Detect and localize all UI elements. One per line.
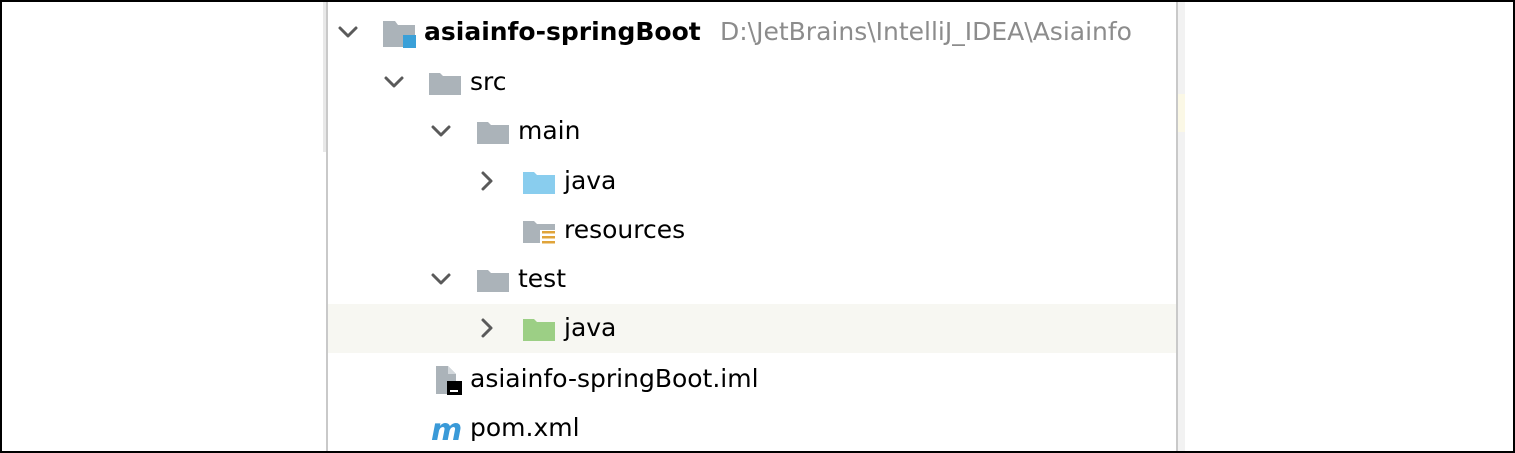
- tree-row-main-java[interactable]: java: [328, 157, 1176, 206]
- source-root-folder-icon: [523, 172, 555, 194]
- tree-item-label: java: [564, 313, 617, 342]
- root-module-label: asiainfo-springBoot: [424, 17, 701, 46]
- folder-icon: [477, 122, 509, 144]
- tree-row-root[interactable]: asiainfo-springBoot D:\JetBrains\Intelli…: [328, 8, 1176, 57]
- tree-item-label: test: [518, 264, 567, 293]
- tree-item-label: main: [518, 116, 581, 145]
- folder-icon: [477, 270, 509, 292]
- chevron-right-icon[interactable]: [475, 169, 499, 193]
- chevron-down-icon[interactable]: [429, 267, 453, 291]
- tree-row-main[interactable]: main: [328, 107, 1176, 156]
- folder-icon: [429, 73, 461, 95]
- chevron-down-icon[interactable]: [429, 119, 453, 143]
- root-module-path: D:\JetBrains\IntelliJ_IDEA\Asiainfo: [720, 17, 1132, 46]
- svg-text:m: m: [431, 414, 462, 444]
- tree-item-label: pom.xml: [470, 413, 580, 442]
- module-folder-icon: [383, 21, 416, 48]
- tree-item-label: asiainfo-springBoot.iml: [470, 364, 759, 393]
- tree-row-test-java[interactable]: java: [328, 304, 1176, 353]
- tree-row-test[interactable]: test: [328, 255, 1176, 304]
- chevron-down-icon[interactable]: [382, 70, 406, 94]
- iml-file-icon: [436, 366, 462, 395]
- editor-gutter: [1178, 2, 1185, 451]
- screenshot-frame: asiainfo-springBoot D:\JetBrains\Intelli…: [0, 0, 1515, 453]
- tree-item-label: java: [564, 166, 617, 195]
- project-tree-panel: asiainfo-springBoot D:\JetBrains\Intelli…: [326, 2, 1178, 451]
- tree-row-resources[interactable]: resources: [328, 206, 1176, 255]
- caret-line-marker: [1178, 94, 1185, 132]
- tree-item-label: resources: [564, 215, 686, 244]
- tree-row-src[interactable]: src: [328, 58, 1176, 107]
- chevron-down-icon[interactable]: [336, 20, 360, 44]
- tree-row-iml[interactable]: asiainfo-springBoot.iml: [328, 355, 1176, 404]
- resources-folder-icon: [523, 221, 556, 246]
- tree-row-pom[interactable]: m pom.xml: [328, 404, 1176, 451]
- tree-item-label: src: [470, 67, 507, 96]
- chevron-right-icon[interactable]: [475, 316, 499, 340]
- test-source-folder-icon: [523, 319, 555, 341]
- maven-m-icon: m: [431, 414, 462, 444]
